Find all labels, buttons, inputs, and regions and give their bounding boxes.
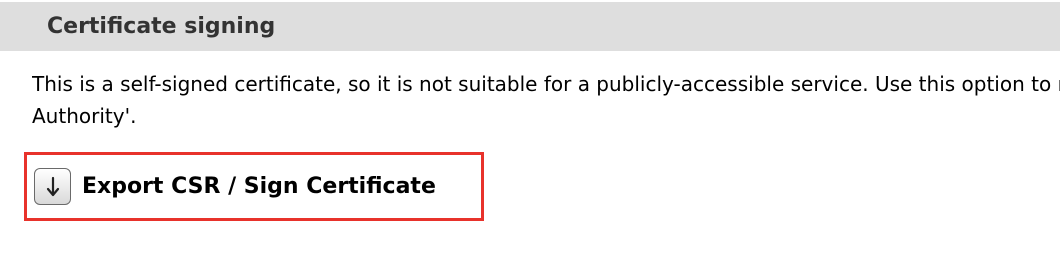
- section-header: Certificate signing: [0, 2, 1060, 51]
- certificate-description: This is a self-signed certificate, so it…: [32, 68, 1060, 132]
- section-title: Certificate signing: [47, 14, 276, 39]
- export-csr-label: Export CSR / Sign Certificate: [82, 174, 436, 199]
- arrow-down-icon: [34, 168, 71, 205]
- certificate-signing-panel: Certificate signing This is a self-signe…: [0, 0, 1060, 270]
- description-line-2: Authority'.: [32, 104, 137, 128]
- export-csr-button[interactable]: Export CSR / Sign Certificate: [24, 152, 484, 221]
- description-line-1: This is a self-signed certificate, so it…: [32, 72, 1060, 96]
